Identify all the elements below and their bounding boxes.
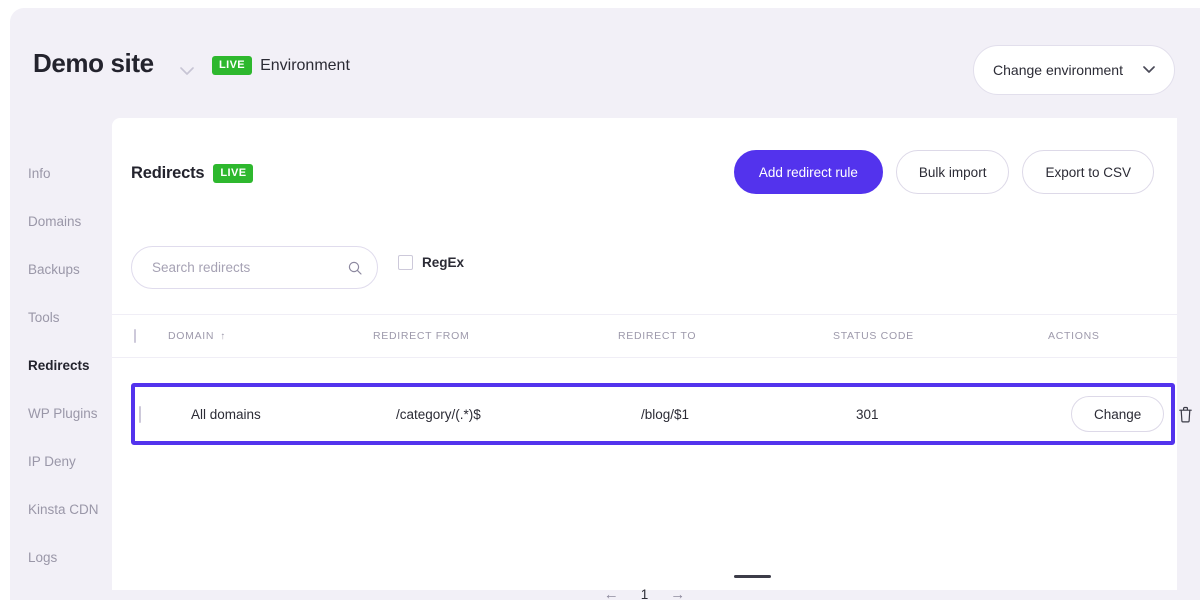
search-icon[interactable] (348, 261, 362, 275)
sidebar-item-logs[interactable]: Logs (28, 550, 57, 565)
table-row[interactable]: All domains /category/(.*)$ /blog/$1 301… (135, 387, 1171, 441)
regex-label: RegEx (422, 255, 464, 270)
sidebar-item-ip-deny[interactable]: IP Deny (28, 454, 76, 469)
column-header-status-code[interactable]: STATUS CODE (833, 330, 1048, 342)
sidebar-item-kinsta-cdn[interactable]: Kinsta CDN (28, 502, 99, 517)
environment-label: Environment (260, 57, 350, 75)
regex-checkbox[interactable] (398, 255, 413, 270)
change-environment-button[interactable]: Change environment (973, 45, 1175, 95)
search-input[interactable] (131, 246, 378, 289)
sidebar: Info Domains Backups Tools Redirects WP … (10, 118, 112, 600)
cell-actions: Change (1071, 396, 1200, 432)
horizontal-scrollbar[interactable] (734, 575, 771, 578)
chevron-down-icon[interactable] (176, 60, 198, 82)
row-select-cell (135, 407, 191, 422)
sort-ascending-icon: ↑ (220, 331, 226, 342)
sidebar-item-tools[interactable]: Tools (28, 310, 60, 325)
row-highlight-outline: All domains /category/(.*)$ /blog/$1 301… (131, 383, 1175, 445)
pagination-next-button[interactable]: → (670, 586, 685, 600)
cell-status-code: 301 (856, 407, 1071, 422)
regex-toggle[interactable]: RegEx (398, 255, 464, 270)
app-shell: Demo site LIVE Environment Change enviro… (10, 8, 1200, 600)
cell-domain: All domains (191, 407, 396, 422)
trash-icon[interactable] (1178, 406, 1193, 423)
status-badge: LIVE (213, 164, 253, 183)
table-header-row: DOMAIN ↑ REDIRECT FROM REDIRECT TO STATUS… (112, 314, 1177, 358)
select-all-cell (112, 330, 168, 342)
card-title-group: Redirects LIVE (131, 164, 253, 183)
environment-indicator: LIVE Environment (212, 56, 350, 75)
column-header-domain-label: DOMAIN (168, 330, 214, 342)
status-badge: LIVE (212, 56, 252, 75)
export-to-csv-button[interactable]: Export to CSV (1022, 150, 1154, 194)
change-environment-label: Change environment (993, 62, 1123, 78)
sidebar-item-domains[interactable]: Domains (28, 214, 81, 229)
pagination: ← 1 → (112, 586, 1177, 600)
chevron-down-icon (1143, 66, 1155, 74)
add-redirect-rule-button[interactable]: Add redirect rule (734, 150, 883, 194)
pagination-prev-button[interactable]: ← (604, 586, 619, 600)
column-header-domain[interactable]: DOMAIN ↑ (168, 330, 373, 342)
search-row: RegEx (131, 246, 464, 289)
sidebar-item-wp-plugins[interactable]: WP Plugins (28, 406, 98, 421)
sidebar-item-redirects[interactable]: Redirects (28, 358, 90, 373)
search-box (131, 246, 378, 289)
top-bar: Demo site LIVE Environment Change enviro… (10, 8, 1200, 118)
redirects-card: Redirects LIVE Add redirect rule Bulk im… (112, 118, 1177, 590)
column-header-actions: ACTIONS (1048, 330, 1177, 342)
redirects-table: DOMAIN ↑ REDIRECT FROM REDIRECT TO STATUS… (112, 314, 1177, 358)
select-all-checkbox[interactable] (134, 329, 136, 343)
page-title: Demo site (33, 48, 154, 79)
row-checkbox[interactable] (139, 406, 141, 423)
pagination-page-1[interactable]: 1 (641, 587, 649, 600)
card-header: Redirects LIVE Add redirect rule Bulk im… (112, 118, 1177, 208)
card-title: Redirects (131, 164, 204, 183)
column-header-redirect-to[interactable]: REDIRECT TO (618, 330, 833, 342)
sidebar-item-info[interactable]: Info (28, 166, 51, 181)
bulk-import-button[interactable]: Bulk import (896, 150, 1010, 194)
app-root: Demo site LIVE Environment Change enviro… (0, 0, 1200, 600)
card-header-actions: Add redirect rule Bulk import Export to … (734, 150, 1154, 194)
column-header-redirect-from[interactable]: REDIRECT FROM (373, 330, 618, 342)
cell-redirect-to: /blog/$1 (641, 407, 856, 422)
change-button[interactable]: Change (1071, 396, 1164, 432)
cell-redirect-from: /category/(.*)$ (396, 407, 641, 422)
sidebar-item-backups[interactable]: Backups (28, 262, 80, 277)
